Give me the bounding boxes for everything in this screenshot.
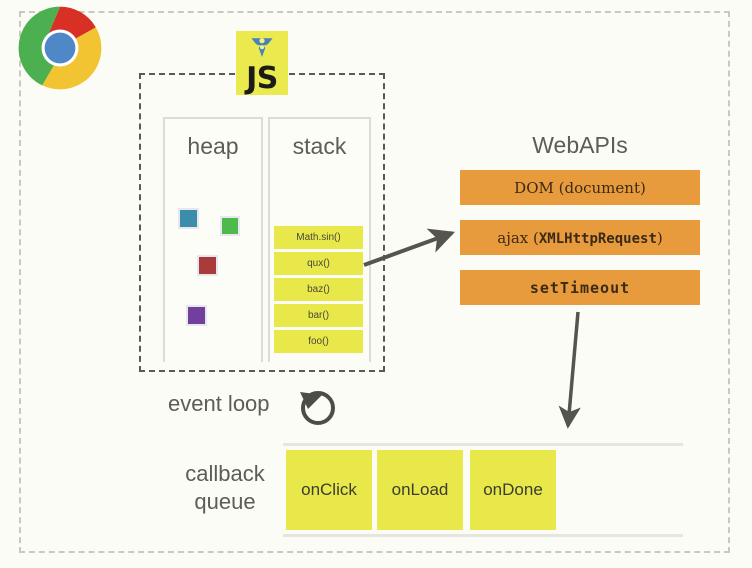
chrome-logo-icon [16,4,104,92]
stack-panel-title: stack [292,133,347,159]
stack-frame: qux() [274,252,363,275]
callback-queue-bottom-rule [283,534,683,537]
stack-frame: Math.sin() [274,226,363,249]
stack-frame: baz() [274,278,363,301]
callback-queue-top-rule [283,443,683,446]
callback-queue-item: onLoad [377,450,463,530]
event-loop-label: event loop [168,391,270,416]
heap-object-green [220,216,240,236]
webapi-settimeout-label: setTimeout [529,278,631,297]
webapi-dom-label: DOM (document) [514,178,646,197]
webapi-ajax-label: ajax (XMLHttpRequest) [497,228,663,247]
heap-panel-title: heap [187,133,239,159]
callback-queue-item: onClick [286,450,372,530]
stack-frame: bar() [274,304,363,327]
webapi-dom-box: DOM (document) [460,170,700,205]
stack-frame: foo() [274,330,363,353]
callback-queue-label: callback queue [170,460,280,515]
heap-object-red [197,255,218,276]
heap-object-blue [178,208,199,229]
webapis-title: WebAPIs [532,132,628,158]
callback-queue-item: onDone [470,450,556,530]
callback-queue-label-line1: callback [185,461,265,486]
event-loop-diagram: JS heap stack Math.sin() qux() baz() bar… [0,0,752,568]
callback-queue-label-line2: queue [194,488,256,514]
js-badge-label: JS [246,61,278,96]
webapi-ajax-box: ajax (XMLHttpRequest) [460,220,700,255]
heap-panel: heap [163,117,263,362]
webapi-settimeout-box: setTimeout [460,270,700,305]
v8-logo-icon [251,38,273,57]
heap-object-purple [186,305,207,326]
circular-arrow-icon [294,384,342,428]
js-badge: JS [236,31,288,95]
